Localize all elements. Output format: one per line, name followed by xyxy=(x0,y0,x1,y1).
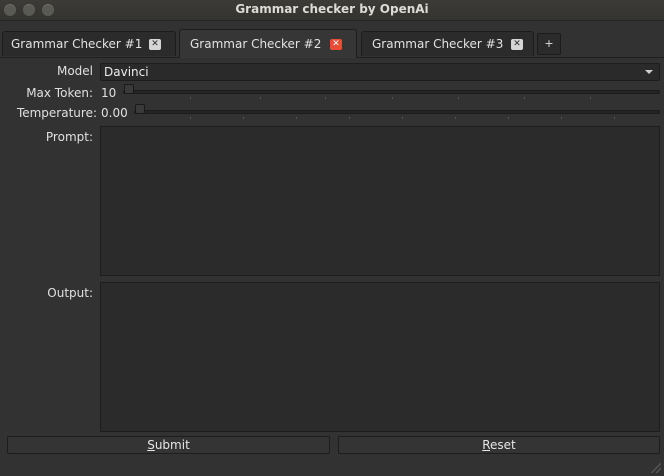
temperature-value: 0.00 xyxy=(101,106,128,120)
max-token-slider[interactable] xyxy=(123,90,660,94)
model-select[interactable]: Davinci xyxy=(100,63,660,81)
window-title: Grammar checker by OpenAi xyxy=(235,2,429,16)
prompt-label: Prompt: xyxy=(45,130,93,144)
chevron-down-icon xyxy=(645,70,653,74)
tab-grammar-checker-3[interactable]: Grammar Checker #3 ✕ xyxy=(361,31,534,56)
prompt-textarea[interactable] xyxy=(100,126,660,276)
slider-tick xyxy=(260,97,261,99)
close-icon[interactable]: ✕ xyxy=(149,39,161,50)
close-icon[interactable]: ✕ xyxy=(330,39,342,50)
temperature-slider[interactable] xyxy=(134,110,660,114)
tab-label: Grammar Checker #3 xyxy=(372,37,504,51)
slider-tick xyxy=(325,97,326,99)
slider-tick xyxy=(296,117,297,119)
slider-tick xyxy=(561,117,562,119)
reset-mnemonic: R xyxy=(482,438,491,452)
title-bar: Grammar checker by OpenAi xyxy=(0,0,664,21)
model-select-value: Davinci xyxy=(104,65,149,79)
output-textarea[interactable] xyxy=(100,282,660,432)
slider-tick xyxy=(524,97,525,99)
tab-grammar-checker-2[interactable]: Grammar Checker #2 ✕ xyxy=(179,29,357,58)
max-token-label: Max Token: xyxy=(26,86,93,100)
tab-grammar-checker-1[interactable]: Grammar Checker #1 ✕ xyxy=(2,31,176,56)
slider-tick xyxy=(508,117,509,119)
slider-tick xyxy=(458,97,459,99)
resize-grip-icon[interactable] xyxy=(651,463,661,473)
model-label: Model xyxy=(56,64,93,78)
output-label: Output: xyxy=(47,286,93,300)
slider-tick xyxy=(190,117,191,119)
tab-label: Grammar Checker #2 xyxy=(190,37,322,51)
temperature-slider-handle[interactable] xyxy=(135,104,145,114)
max-token-slider-handle[interactable] xyxy=(124,84,134,94)
reset-button[interactable]: Reset xyxy=(338,436,660,454)
slider-tick xyxy=(590,97,591,99)
add-tab-button[interactable]: + xyxy=(537,33,561,55)
max-token-value: 10 xyxy=(101,86,117,100)
submit-button[interactable]: Submit xyxy=(7,436,330,454)
tab-bar: Grammar Checker #1 ✕ Grammar Checker #2 … xyxy=(0,29,664,58)
slider-tick xyxy=(392,97,393,99)
slider-tick xyxy=(614,117,615,119)
app-window: Grammar checker by OpenAi Grammar Checke… xyxy=(0,0,664,476)
slider-tick xyxy=(455,117,456,119)
slider-tick xyxy=(190,97,191,99)
tab-label: Grammar Checker #1 xyxy=(11,37,143,51)
reset-label-rest: eset xyxy=(490,438,516,452)
submit-label-rest: ubmit xyxy=(154,438,190,452)
submit-mnemonic: S xyxy=(147,438,155,452)
slider-tick xyxy=(402,117,403,119)
slider-tick xyxy=(349,117,350,119)
temperature-label: Temperature: xyxy=(16,106,97,120)
slider-tick xyxy=(243,117,244,119)
close-icon[interactable]: ✕ xyxy=(511,39,523,50)
